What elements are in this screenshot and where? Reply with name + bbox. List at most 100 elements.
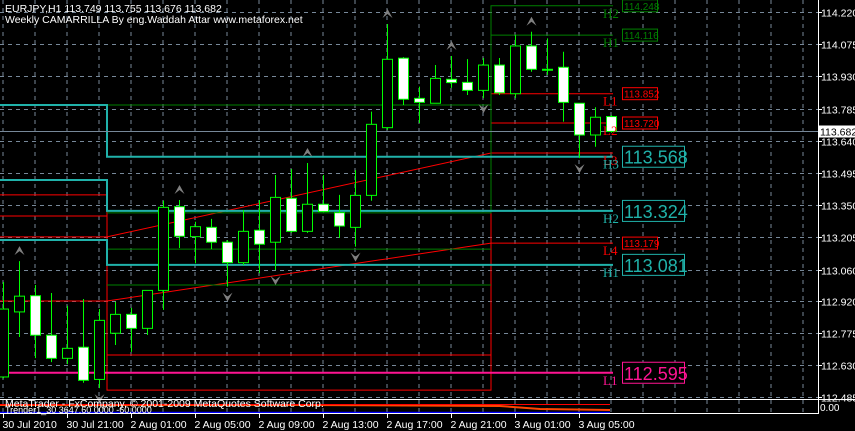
- level-value-label: 113.720: [624, 119, 660, 130]
- x-tick-label: 2 Aug 17:00: [387, 419, 443, 431]
- candle-body: [382, 58, 393, 129]
- grid: 114.220114.075113.930113.785113.640113.4…: [0, 0, 855, 413]
- candle: [526, 31, 537, 72]
- candle: [14, 261, 25, 338]
- candle: [494, 57, 505, 96]
- candle: [94, 309, 105, 389]
- candle: [190, 221, 201, 264]
- current-price-label: 113.682: [820, 127, 855, 139]
- level-letter-label: H2: [603, 211, 619, 226]
- subwindow-indicator-label: Trender1_30 3647.60 0000 -60.0000: [5, 405, 152, 415]
- candle-body: [526, 45, 537, 70]
- y-tick-label: 113.060: [821, 266, 855, 278]
- candle-body: [446, 78, 457, 84]
- level-value-label: 113.852: [624, 90, 660, 101]
- candle: [222, 239, 233, 287]
- candle-body: [350, 194, 361, 228]
- weekly-camarilla-level: [0, 238, 613, 266]
- candle: [398, 57, 409, 106]
- level-value-label: 114.116: [624, 31, 659, 42]
- candle-body: [398, 57, 409, 100]
- candle-body: [158, 206, 169, 291]
- candle: [382, 23, 393, 130]
- level-letter-label: H2: [603, 6, 619, 21]
- level-value-label: 113.081: [624, 256, 688, 276]
- candle-body: [542, 68, 553, 71]
- x-tick-label: 30 Jul 2010: [3, 419, 57, 431]
- x-tick-label: 2 Aug 09:00: [259, 419, 315, 431]
- candle-body: [286, 197, 297, 232]
- fractal-up-arrow-icon: [174, 185, 185, 195]
- fractal-down-arrow-icon: [574, 164, 585, 174]
- fractal-down-arrow-icon: [270, 275, 281, 285]
- candle: [110, 301, 121, 345]
- candle: [574, 102, 585, 159]
- x-tick-label: 2 Aug 01:00: [131, 419, 187, 431]
- candle: [46, 293, 57, 363]
- candle: [590, 107, 601, 147]
- candle-body: [430, 77, 441, 104]
- candle: [366, 111, 377, 201]
- level-value-label: 112.595: [624, 364, 688, 384]
- candle: [446, 55, 457, 88]
- y-tick-label: 112.920: [821, 297, 855, 309]
- candle-body: [94, 319, 105, 380]
- candle-body: [190, 226, 201, 238]
- indicator-title: Weekly CAMARRILLA By eng.Waddah Attar ww…: [5, 14, 303, 26]
- candle-body: [110, 313, 121, 334]
- level-value-label: 114.248: [624, 2, 660, 13]
- candle: [126, 307, 137, 352]
- candle: [30, 285, 41, 359]
- y-tick-label: 113.930: [821, 72, 855, 84]
- candle-body: [590, 116, 601, 136]
- fractal-up-arrow-icon: [302, 147, 313, 157]
- x-tick-label: 3 Aug 05:00: [579, 419, 635, 431]
- fractal-up-arrow-icon: [14, 246, 25, 256]
- level-letter-label: L1: [603, 373, 617, 388]
- candle-body: [318, 203, 329, 213]
- y-tick-label: 113.785: [821, 105, 855, 117]
- candle-body: [142, 289, 153, 329]
- candle: [238, 210, 249, 266]
- candle-body: [206, 226, 217, 243]
- candle-body: [478, 64, 489, 91]
- y-tick-label: 112.630: [821, 361, 855, 373]
- subwindow-axis-label: 0.00: [820, 403, 840, 414]
- y-tick-label: 113.350: [821, 201, 855, 213]
- daily-camarilla-level: [0, 122, 613, 391]
- candle-body: [222, 241, 233, 264]
- fractal-down-arrow-icon: [222, 292, 233, 302]
- price-chart[interactable]: 114.220114.075113.930113.785113.640113.4…: [0, 0, 855, 431]
- level-value-label: 113.179: [624, 239, 660, 250]
- candle: [558, 51, 569, 122]
- y-tick-label: 112.775: [821, 329, 855, 341]
- candle-body: [494, 64, 505, 94]
- x-tick-label: 2 Aug 21:00: [451, 419, 507, 431]
- level-letter-label: H3: [603, 157, 619, 172]
- x-tick-label: 2 Aug 13:00: [323, 419, 379, 431]
- candle: [318, 174, 329, 213]
- candle: [542, 38, 553, 75]
- fractal-down-arrow-icon: [350, 252, 361, 262]
- candle-body: [414, 97, 425, 103]
- daily-camarilla-level: [0, 242, 613, 302]
- candle-body: [14, 295, 25, 313]
- candle: [174, 200, 185, 248]
- level-letter-label: L1: [603, 94, 617, 109]
- level-value-label: 113.324: [624, 202, 688, 222]
- level-letter-label: H1: [603, 35, 619, 50]
- candle-body: [462, 81, 473, 91]
- candle: [270, 174, 281, 270]
- daily-camarilla-level: [107, 34, 613, 214]
- candle-body: [238, 230, 249, 264]
- chart-window[interactable]: 114.220 114.075 113.930 113.785 113.640 113.4…: [0, 0, 855, 431]
- candle-body: [302, 203, 313, 232]
- candle-body: [0, 308, 9, 378]
- candle: [478, 57, 489, 99]
- candle-body: [78, 346, 89, 381]
- candle: [206, 218, 217, 250]
- candle-body: [334, 212, 345, 227]
- candle-body: [46, 334, 57, 359]
- candle-body: [62, 347, 73, 359]
- candle: [142, 289, 153, 336]
